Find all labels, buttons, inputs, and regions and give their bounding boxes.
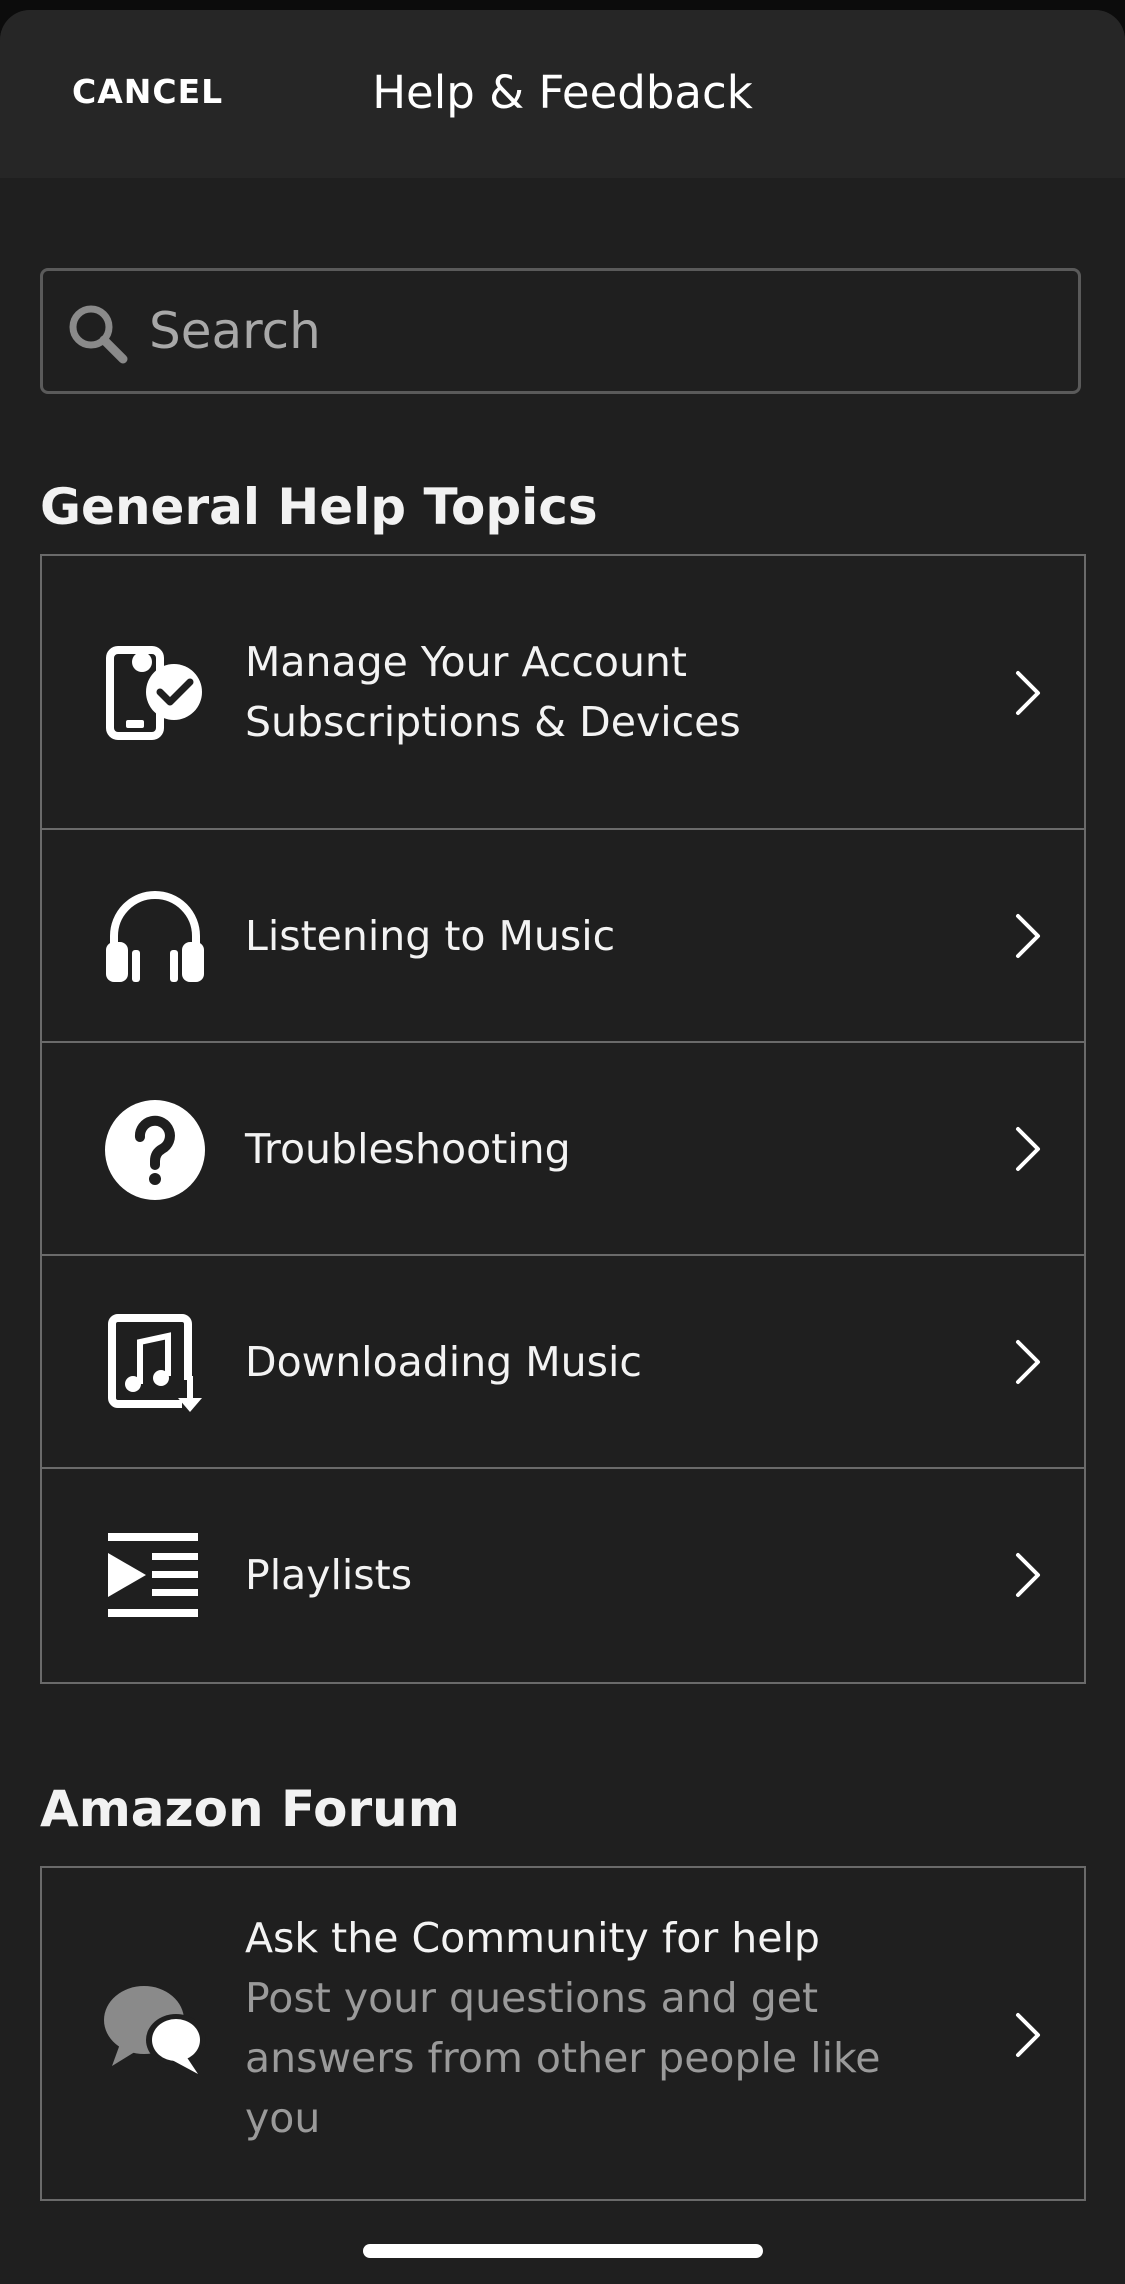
topic-label: Troubleshooting	[245, 1125, 571, 1173]
topic-playlists[interactable]: Playlists	[42, 1469, 1084, 1682]
topic-label: Listening to Music	[245, 912, 616, 960]
search-input[interactable]	[149, 289, 1049, 373]
help-feedback-sheet: CANCEL Help & Feedback General Help Topi…	[0, 10, 1125, 2284]
chevron-right-icon	[1016, 1553, 1040, 1597]
music-download-icon	[108, 1314, 202, 1412]
forum-ask-community[interactable]: Ask the Community for help Post your que…	[40, 1866, 1086, 2201]
phone-check-icon	[106, 646, 202, 740]
topic-manage-account[interactable]: Manage Your Account Subscriptions & Devi…	[42, 556, 1084, 830]
question-circle-icon	[105, 1100, 205, 1200]
topic-label: Downloading Music	[245, 1338, 642, 1386]
chevron-right-icon	[1016, 1127, 1040, 1171]
chevron-right-icon	[1016, 1340, 1040, 1384]
headphones-icon	[106, 891, 204, 982]
amazon-forum-heading: Amazon Forum	[40, 1780, 460, 1838]
help-topics-list: Manage Your Account Subscriptions & Devi…	[40, 554, 1086, 1684]
general-help-heading: General Help Topics	[40, 478, 598, 536]
topic-troubleshooting[interactable]: Troubleshooting	[42, 1043, 1084, 1256]
forum-title: Ask the Community for help	[245, 1914, 820, 1962]
header-bar: CANCEL Help & Feedback	[0, 10, 1125, 178]
topic-listening[interactable]: Listening to Music	[42, 830, 1084, 1043]
topic-downloading[interactable]: Downloading Music	[42, 1256, 1084, 1469]
topic-label: Manage Your Account Subscriptions & Devi…	[245, 638, 741, 746]
topic-label: Playlists	[245, 1551, 413, 1599]
chevron-right-icon	[1016, 671, 1040, 715]
page-title: Help & Feedback	[372, 66, 753, 119]
playlist-icon	[108, 1533, 198, 1617]
chat-bubbles-icon	[104, 1986, 206, 2074]
home-indicator	[363, 2244, 763, 2258]
search-box[interactable]	[40, 268, 1081, 394]
chevron-right-icon	[1016, 914, 1040, 958]
forum-description: Post your questions and get answers from…	[245, 1974, 881, 2142]
chevron-right-icon	[1016, 2013, 1040, 2057]
search-icon	[69, 305, 128, 364]
